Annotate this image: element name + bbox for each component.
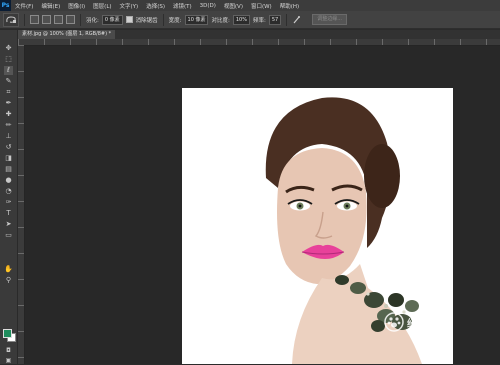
crop-tool-icon[interactable]: ⌗ [4, 88, 13, 97]
subtract-from-selection-icon[interactable] [54, 15, 63, 24]
vertical-ruler [18, 45, 25, 364]
tools-panel: ✥ ⬚ ℓ ✎ ⌗ ✒ ✚ ✏ ⊥ ↺ ◨ ▤ ● ◔ ✑ T ➤ ▭ ✋ ⚲ … [0, 30, 18, 364]
marquee-tool-icon[interactable]: ⬚ [4, 55, 13, 64]
type-tool-icon[interactable]: T [4, 209, 13, 218]
pen-tool-icon[interactable]: ✑ [4, 198, 13, 207]
menu-3d[interactable]: 3D(D) [196, 3, 220, 9]
clone-stamp-tool-icon[interactable]: ⊥ [4, 132, 13, 141]
hand-tool-icon[interactable]: ✋ [4, 265, 13, 274]
watermark-text: 经验 [407, 318, 427, 330]
brush-tool-icon[interactable]: ✏ [4, 121, 13, 130]
width-input[interactable]: 10 像素 [184, 14, 209, 25]
new-selection-icon[interactable] [30, 15, 39, 24]
document-tab-bar: 素材.jpg @ 100% (图层 1, RGB/8#) * [18, 30, 500, 39]
frequency-label: 频率: [252, 17, 266, 24]
lasso-tool-icon[interactable]: ℓ [4, 66, 13, 75]
history-brush-tool-icon[interactable]: ↺ [4, 143, 13, 152]
width-label: 宽度: [168, 17, 182, 24]
options-bar: 羽化: 0 像素 消除锯齿 宽度: 10 像素 对比度: 10% 频率: 57 … [0, 11, 500, 29]
feather-input[interactable]: 0 像素 [101, 14, 123, 25]
paw-logo-icon [384, 312, 404, 332]
divider [80, 13, 81, 26]
healing-brush-tool-icon[interactable]: ✚ [4, 110, 13, 119]
menu-type[interactable]: 文字(Y) [116, 2, 143, 10]
gradient-tool-icon[interactable]: ▤ [4, 165, 13, 174]
zoom-tool-icon[interactable]: ⚲ [4, 276, 13, 285]
quick-selection-tool-icon[interactable]: ✎ [4, 77, 13, 86]
dodge-tool-icon[interactable]: ◔ [4, 187, 13, 196]
divider [24, 13, 25, 26]
eyedropper-tool-icon[interactable]: ✒ [4, 99, 13, 108]
frequency-input[interactable]: 57 [268, 14, 282, 25]
document-tab[interactable]: 素材.jpg @ 100% (图层 1, RGB/8#) * [18, 30, 116, 39]
foreground-color-swatch[interactable] [3, 329, 12, 338]
menu-filter[interactable]: 滤镜(T) [169, 2, 196, 10]
watermark: 经验 [384, 312, 427, 332]
menu-window[interactable]: 窗口(W) [247, 2, 276, 10]
contrast-input[interactable]: 10% [232, 14, 250, 25]
refine-edge-button[interactable]: 调整边缘... [312, 14, 347, 25]
shape-tool-icon[interactable]: ▭ [4, 231, 13, 240]
eraser-tool-icon[interactable]: ◨ [4, 154, 13, 163]
magnetic-lasso-icon [6, 15, 16, 23]
menu-help[interactable]: 帮助(H) [276, 2, 303, 10]
menu-bar: Ps 文件(F) 编辑(E) 图像(I) 图层(L) 文字(Y) 选择(S) 滤… [0, 0, 500, 11]
contrast-label: 对比度: [211, 17, 230, 24]
feather-label: 羽化: [86, 17, 99, 24]
add-to-selection-icon[interactable] [42, 15, 51, 24]
path-selection-tool-icon[interactable]: ➤ [4, 220, 13, 229]
divider [162, 13, 164, 26]
menu-view[interactable]: 视图(V) [220, 2, 247, 10]
pen-pressure-icon[interactable] [292, 15, 301, 24]
move-tool-icon[interactable]: ✥ [4, 44, 13, 53]
menu-edit[interactable]: 编辑(E) [37, 2, 64, 10]
menu-file[interactable]: 文件(F) [11, 2, 37, 10]
horizontal-ruler [18, 39, 500, 46]
quick-mask-icon[interactable]: ◘ [4, 346, 13, 355]
tool-preset-picker[interactable] [3, 12, 19, 27]
photoshop-logo: Ps [0, 0, 11, 11]
menu-layer[interactable]: 图层(L) [89, 2, 115, 10]
menu-select[interactable]: 选择(S) [142, 2, 169, 10]
blur-tool-icon[interactable]: ● [4, 176, 13, 185]
menu-image[interactable]: 图像(I) [64, 2, 89, 10]
canvas-area [25, 46, 500, 364]
antialias-checkbox[interactable] [125, 16, 133, 23]
divider [286, 13, 288, 26]
intersect-selection-icon[interactable] [66, 15, 75, 24]
antialias-label: 消除锯齿 [135, 17, 158, 24]
